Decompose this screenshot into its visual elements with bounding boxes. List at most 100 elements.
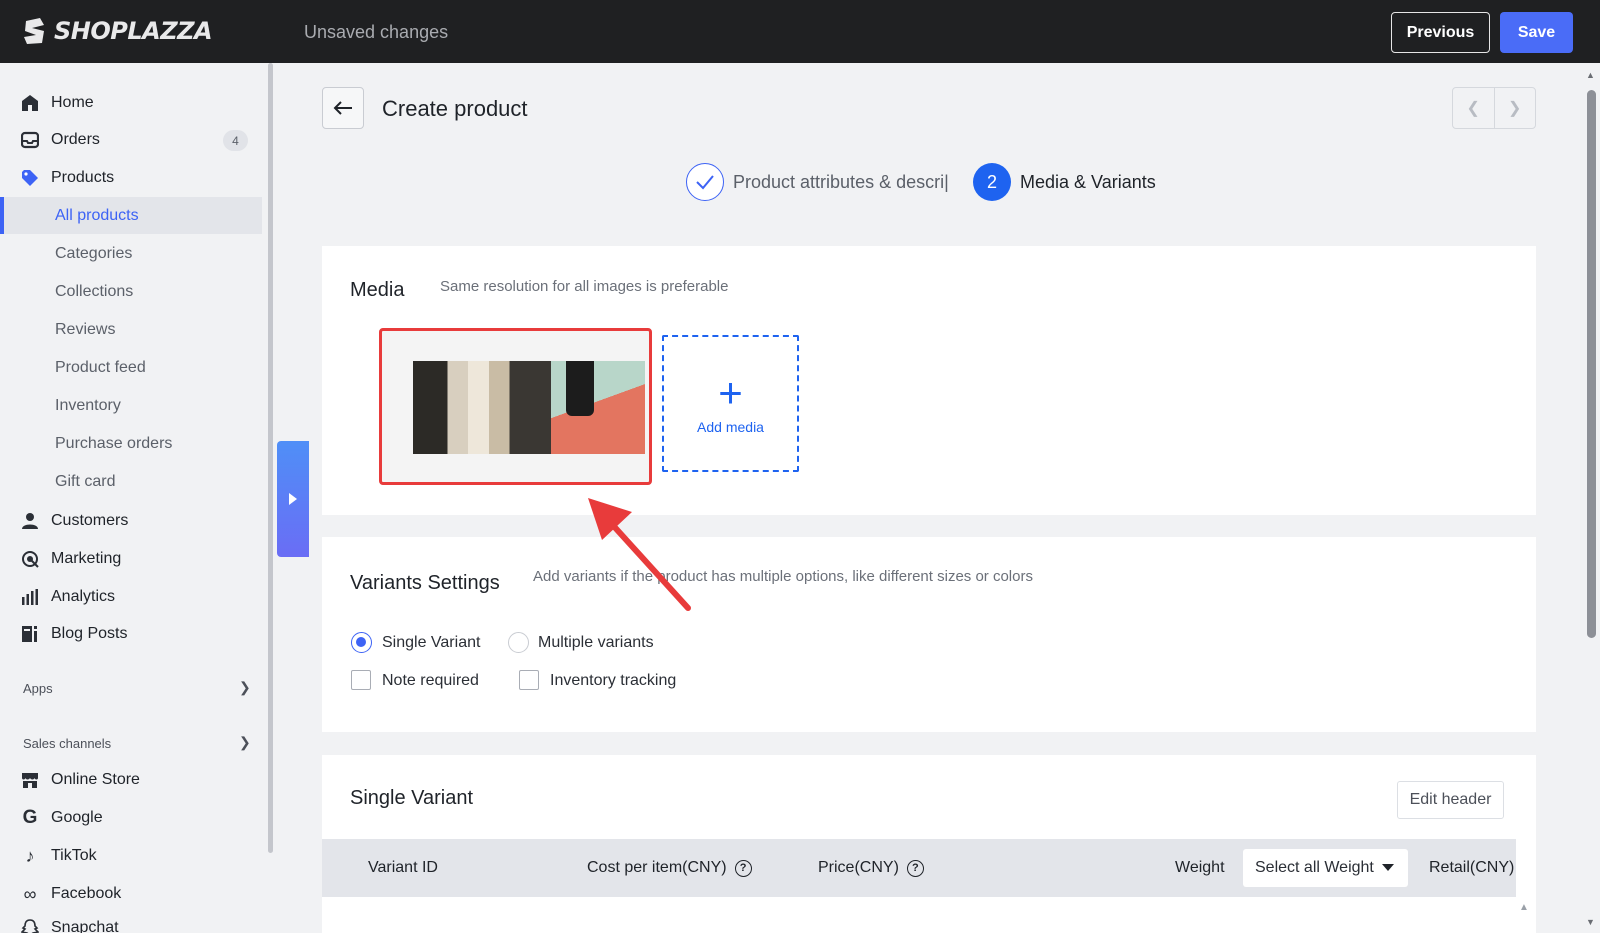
main-scrollbar-thumb[interactable] (1587, 90, 1596, 638)
step-2-number[interactable]: 2 (973, 163, 1011, 201)
chevron-right-icon[interactable]: ❯ (239, 679, 251, 696)
sidebar-item-label: Analytics (51, 588, 116, 605)
sidebar-scrollbar[interactable] (268, 63, 273, 853)
column-label: Price(CNY) (818, 859, 899, 876)
sidebar-subitem-product-feed[interactable]: Product feed (55, 359, 146, 377)
sidebar-item-home[interactable]: Home (0, 85, 262, 121)
column-variant-id: Variant ID (368, 859, 438, 876)
sidebar-item-tiktok[interactable]: ♪ TikTok (0, 838, 262, 874)
bar-chart-icon (20, 587, 40, 607)
person-icon (20, 511, 40, 531)
media-card: Media Same resolution for all images is … (322, 246, 1536, 515)
help-icon[interactable]: ? (734, 859, 752, 877)
single-variant-label[interactable]: Single Variant (382, 634, 480, 652)
sidebar-subitem-purchase-orders[interactable]: Purchase orders (55, 435, 172, 453)
sidebar-item-analytics[interactable]: Analytics (0, 579, 262, 615)
media-image-clothing-rack[interactable] (413, 361, 551, 454)
sidebar-item-label: Marketing (51, 550, 122, 567)
table-scroll-up-icon[interactable]: ▲ (1519, 902, 1529, 913)
inventory-tracking-label[interactable]: Inventory tracking (550, 672, 676, 690)
sidebar-item-label: Customers (51, 512, 129, 529)
column-label: Cost per item(CNY) (587, 859, 727, 876)
sidebar-item-label: Blog Posts (51, 625, 128, 642)
shoplazza-logo-icon (24, 18, 44, 44)
arrow-left-icon (333, 101, 352, 115)
google-icon: G (22, 807, 38, 828)
previous-button[interactable]: Previous (1391, 12, 1490, 53)
chevron-right-icon[interactable]: ❯ (1495, 88, 1536, 128)
sidebar-item-google[interactable]: G Google (0, 800, 262, 836)
weight-select[interactable]: Select all Weight (1243, 849, 1408, 887)
sidebar-item-online-store[interactable]: Online Store (0, 762, 262, 798)
sidebar-item-marketing[interactable]: Marketing (0, 541, 262, 577)
step-2-label[interactable]: Media & Variants (1020, 172, 1156, 193)
logo: SHOPLAZZA (22, 16, 213, 46)
sidebar-subitem-reviews[interactable]: Reviews (55, 321, 115, 339)
plus-icon: + (718, 368, 743, 416)
sidebar-item-label: Home (51, 94, 94, 111)
add-media-button[interactable]: + Add media (662, 335, 799, 472)
annotation-arrow-icon (588, 498, 691, 611)
media-thumbnail-highlighted[interactable] (379, 328, 652, 485)
caret-right-icon (289, 493, 297, 505)
sidebar-collapse-toggle[interactable] (277, 441, 309, 557)
sidebar-subitem-gift-card[interactable]: Gift card (55, 473, 115, 491)
edit-header-button[interactable]: Edit header (1397, 781, 1504, 819)
snapchat-icon (20, 918, 40, 933)
sidebar-item-label: Orders (51, 131, 100, 148)
variants-settings-card: Variants Settings Add variants if the pr… (322, 537, 1536, 732)
media-title: Media (350, 279, 405, 301)
sidebar-item-label: Snapchat (51, 919, 119, 933)
single-variant-title: Single Variant (350, 787, 474, 809)
inventory-tracking-checkbox[interactable] (519, 670, 539, 690)
sidebar-subitem-categories[interactable]: Categories (55, 245, 132, 263)
scroll-up-icon[interactable]: ▲ (1586, 70, 1595, 80)
chevron-right-icon[interactable]: ❯ (239, 734, 251, 751)
sidebar-item-snapchat[interactable]: Snapchat (0, 910, 262, 933)
column-weight: Weight (1175, 859, 1225, 876)
sidebar-item-label: Online Store (51, 771, 140, 788)
store-icon (20, 770, 40, 790)
apps-section-label[interactable]: Apps (23, 681, 53, 696)
single-variant-radio[interactable] (351, 632, 372, 653)
help-icon[interactable]: ? (906, 859, 924, 877)
sidebar-item-products[interactable]: Products (0, 160, 262, 196)
sales-channels-section-label[interactable]: Sales channels (23, 736, 111, 751)
sidebar-subitem-inventory[interactable]: Inventory (55, 397, 121, 415)
orders-icon (20, 130, 40, 150)
sidebar-item-facebook[interactable]: ∞ Facebook (0, 876, 262, 912)
home-icon (20, 93, 40, 113)
media-image-detail (566, 361, 594, 416)
logo-text: SHOPLAZZA (54, 17, 213, 45)
tiktok-icon: ♪ (25, 845, 35, 866)
step-complete-check-icon[interactable] (686, 163, 724, 201)
column-cost-per-item: Cost per item(CNY) ? (587, 859, 752, 877)
column-retail: Retail(CNY) (1429, 859, 1515, 876)
sidebar-item-label: TikTok (51, 847, 97, 864)
multiple-variants-radio[interactable] (508, 632, 529, 653)
sidebar-subitem-label: All products (55, 207, 139, 224)
single-variant-card: Single Variant Edit header Variant ID Co… (322, 755, 1536, 933)
multiple-variants-label[interactable]: Multiple variants (538, 634, 654, 652)
sidebar-item-customers[interactable]: Customers (0, 503, 262, 539)
media-hint: Same resolution for all images is prefer… (440, 278, 729, 295)
sidebar-item-label: Google (51, 809, 103, 826)
tag-icon (20, 168, 40, 188)
add-media-label: Add media (697, 418, 764, 435)
meta-icon: ∞ (23, 883, 37, 904)
save-button[interactable]: Save (1500, 12, 1573, 53)
sidebar-item-blog-posts[interactable]: Blog Posts (0, 616, 262, 652)
note-required-label[interactable]: Note required (382, 672, 479, 690)
column-price: Price(CNY) ? (818, 859, 924, 877)
sidebar-subitem-collections[interactable]: Collections (55, 283, 133, 301)
back-button[interactable] (322, 87, 364, 129)
scroll-down-icon[interactable]: ▼ (1586, 917, 1595, 927)
page-title: Create product (382, 96, 528, 121)
note-required-checkbox[interactable] (351, 670, 371, 690)
caret-down-icon (1382, 864, 1394, 871)
chevron-left-icon[interactable]: ❮ (1453, 88, 1495, 128)
variants-settings-title: Variants Settings (350, 572, 500, 594)
step-1-label[interactable]: Product attributes & descri| (733, 172, 958, 193)
blog-icon (20, 624, 40, 644)
sidebar-item-label: Products (51, 169, 115, 186)
